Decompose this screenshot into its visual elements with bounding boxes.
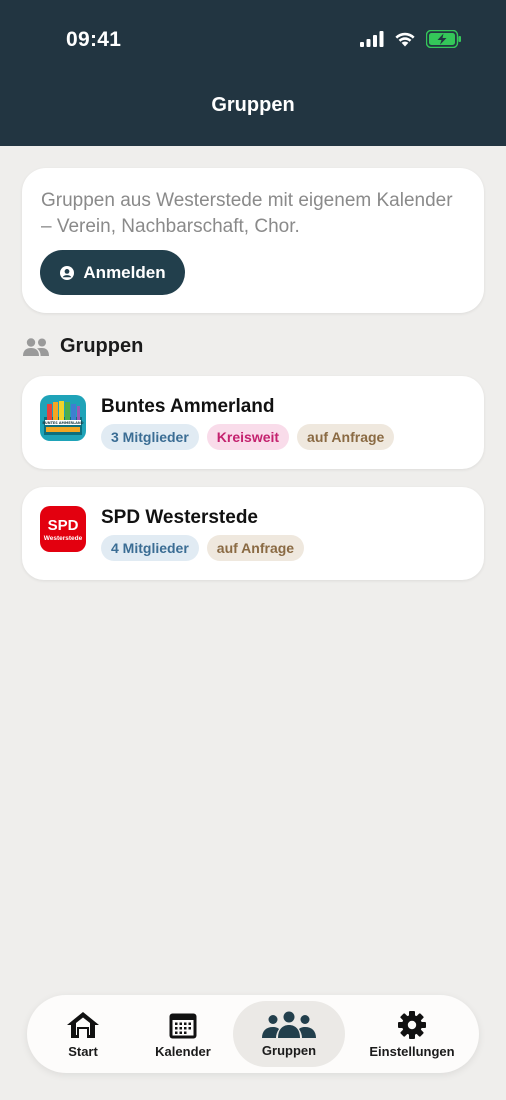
section-header: Gruppen [22, 335, 143, 358]
group-tags: 4 Mitglieder auf Anfrage [101, 535, 305, 561]
group-logo: BUNTES AMMERLAND [40, 395, 86, 441]
tab-gruppen[interactable]: Gruppen [233, 1001, 345, 1067]
group-logo-text: BUNTES AMMERLAND [42, 421, 83, 425]
tab-label: Gruppen [261, 1042, 317, 1058]
login-button[interactable]: Anmelden [40, 250, 185, 295]
section-title: Gruppen [60, 335, 144, 357]
group-name: SPD Westerstede [101, 507, 258, 528]
intro-text: Gruppen aus Westerstede mit eigenem Kale… [41, 190, 453, 237]
user-circle-icon [60, 265, 75, 280]
signal-icon [360, 31, 384, 47]
tab-einstellungen[interactable]: Einstellungen [357, 1001, 467, 1067]
members-badge: 3 Mitglieder [101, 424, 199, 450]
group-card-buntes-ammerland[interactable]: BUNTES AMMERLAND Buntes Ammerland 3 Mitg… [22, 376, 484, 469]
tab-label: Einstellungen [369, 1043, 455, 1059]
login-button-label: Anmelden [83, 262, 166, 282]
group-name: Buntes Ammerland [101, 396, 275, 417]
members-badge: 4 Mitglieder [101, 535, 199, 561]
group-logo-text: SPD [48, 517, 79, 534]
groups-icon [262, 1011, 316, 1038]
access-badge: auf Anfrage [206, 535, 305, 561]
page-title: Gruppen [211, 94, 295, 116]
wifi-icon [395, 32, 415, 47]
intro-card: Gruppen aus Westerstede mit eigenem Kale… [22, 168, 484, 313]
people-icon [23, 337, 49, 356]
tab-label: Kalender [155, 1043, 211, 1059]
group-card-spd-westerstede[interactable]: SPD Westerstede SPD Westerstede 4 Mitgli… [22, 487, 484, 580]
tab-kalender[interactable]: Kalender [143, 1001, 223, 1067]
status-icons [360, 30, 462, 48]
home-icon [67, 1011, 99, 1038]
status-time: 09:41 [66, 28, 122, 51]
tab-bar: Start Kalender Gruppen Einstellungen [27, 995, 479, 1073]
gear-icon [398, 1010, 426, 1039]
group-logo-subtext: Westerstede [44, 535, 83, 542]
group-logo: SPD Westerstede [40, 506, 86, 552]
scope-badge: Kreisweit [206, 424, 290, 450]
calendar-icon [169, 1013, 197, 1038]
app-header: 09:41 Gruppen [0, 0, 506, 146]
tab-start[interactable]: Start [43, 1001, 123, 1067]
tab-label: Start [68, 1043, 98, 1059]
access-badge: auf Anfrage [297, 424, 395, 450]
battery-icon [426, 30, 461, 48]
group-tags: 3 Mitglieder Kreisweit auf Anfrage [101, 424, 395, 450]
